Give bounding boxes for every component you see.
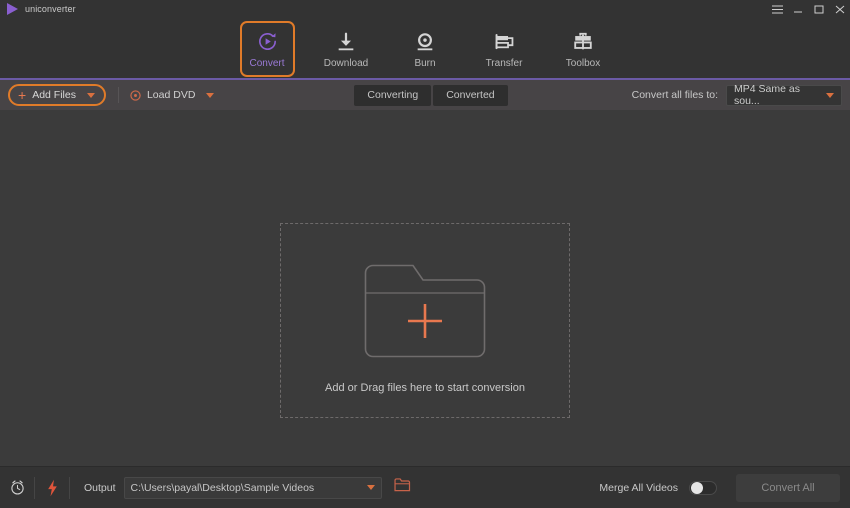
bottom-right-controls: Merge All Videos Convert All <box>599 473 840 502</box>
convert-all-to-label: Convert all files to: <box>631 89 718 101</box>
chevron-down-icon[interactable] <box>86 92 95 98</box>
download-arrow-icon <box>335 30 357 54</box>
merge-all-videos-toggle[interactable] <box>689 480 717 495</box>
window-controls <box>771 0 846 18</box>
folder-open-icon <box>393 478 411 497</box>
nav-label-download: Download <box>323 57 369 69</box>
transfer-device-icon <box>493 30 516 54</box>
burn-disc-icon <box>414 30 436 54</box>
nav-item-convert[interactable]: Convert <box>239 21 295 80</box>
alarm-clock-icon[interactable] <box>0 479 34 496</box>
uniconverter-window: uniconverter Convert Download Burn Trans… <box>0 0 850 508</box>
action-toolbar: + Add Files Load DVD Converting Converte… <box>0 80 850 110</box>
main-content: Add or Drag files here to start conversi… <box>0 110 850 466</box>
lightning-bolt-icon[interactable] <box>35 479 69 497</box>
nav-label-transfer: Transfer <box>485 57 523 69</box>
plus-icon: + <box>18 86 27 103</box>
file-dropzone[interactable]: Add or Drag files here to start conversi… <box>280 223 570 418</box>
play-triangle-logo-icon <box>7 3 18 15</box>
load-dvd-button[interactable]: Load DVD <box>130 84 215 106</box>
chevron-down-icon <box>826 92 834 98</box>
hamburger-menu-icon[interactable] <box>771 2 783 16</box>
toggle-knob <box>691 481 703 494</box>
dropzone-message: Add or Drag files here to start conversi… <box>325 382 525 394</box>
chevron-down-icon <box>366 485 375 490</box>
minimize-icon[interactable] <box>792 2 804 16</box>
nav-label-burn: Burn <box>414 57 436 69</box>
bottom-divider-2 <box>69 476 70 499</box>
output-format-value: MP4 Same as sou... <box>734 83 800 107</box>
toolbar-divider <box>117 87 119 103</box>
add-files-button[interactable]: + Add Files <box>8 84 106 106</box>
nav-label-toolbox: Toolbox <box>565 57 601 69</box>
app-logo: uniconverter <box>0 3 76 15</box>
title-bar: uniconverter <box>0 0 850 18</box>
add-files-label: Add Files <box>32 89 76 101</box>
folder-icon <box>361 261 489 361</box>
convert-all-button[interactable]: Convert All <box>736 473 840 502</box>
output-label: Output <box>84 481 116 494</box>
tab-converting[interactable]: Converting <box>354 84 432 106</box>
output-format-select[interactable]: MP4 Same as sou... <box>726 83 842 107</box>
app-title: uniconverter <box>25 4 76 14</box>
tab-converted[interactable]: Converted <box>433 84 508 106</box>
close-icon[interactable] <box>834 2 846 16</box>
load-dvd-label: Load DVD <box>146 89 196 101</box>
output-path-select[interactable]: C:\Users\payal\Desktop\Sample Videos <box>123 476 382 499</box>
main-nav: Convert Download Burn Transfer Toolbox <box>0 18 850 80</box>
convert-circular-play-icon <box>256 30 279 54</box>
maximize-icon[interactable] <box>813 2 825 16</box>
browse-folder-button[interactable] <box>393 478 411 497</box>
nav-item-download[interactable]: Download <box>307 21 386 77</box>
merge-all-videos-label: Merge All Videos <box>599 481 678 494</box>
nav-item-toolbox[interactable]: Toolbox <box>544 21 623 77</box>
nav-label-convert: Convert <box>249 57 285 69</box>
output-path-value: C:\Users\payal\Desktop\Sample Videos <box>130 481 315 494</box>
chevron-down-icon[interactable] <box>206 92 215 98</box>
nav-item-burn[interactable]: Burn <box>386 21 465 77</box>
toolbox-icon <box>572 30 594 54</box>
status-tabs: Converting Converted <box>354 84 508 106</box>
disc-icon <box>130 89 141 101</box>
format-section: Convert all files to: MP4 Same as sou... <box>631 83 842 107</box>
nav-item-transfer[interactable]: Transfer <box>465 21 544 77</box>
bottom-bar: Output C:\Users\payal\Desktop\Sample Vid… <box>0 466 850 508</box>
